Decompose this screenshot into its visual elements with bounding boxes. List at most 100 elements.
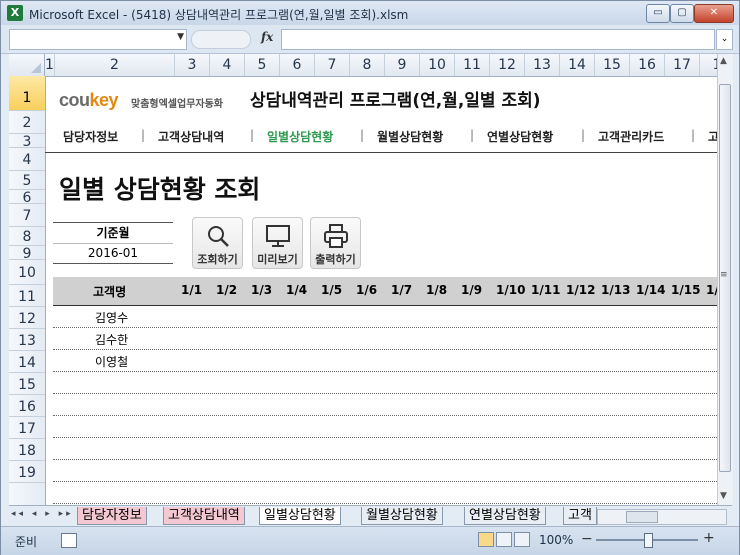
row-header-12[interactable]: 12 — [9, 307, 45, 329]
day-header-16: 1/ — [706, 283, 717, 297]
column-header-9[interactable]: 9 — [385, 54, 420, 76]
brand-tagline: 맞춤형엑셀업무자동화 — [131, 99, 223, 110]
column-header-18[interactable]: 1 — [700, 54, 717, 76]
nav-item-1[interactable]: 담당자정보 — [63, 128, 118, 145]
column-header-16[interactable]: 16 — [630, 54, 665, 76]
zoom-out-icon[interactable]: − — [581, 531, 593, 547]
day-header-12: 1/12 — [566, 283, 596, 297]
column-header-14[interactable]: 14 — [560, 54, 595, 76]
window-title: Microsoft Excel - (5418) 상담내역관리 프로그램(연,월… — [29, 8, 409, 22]
nav-item-5[interactable]: 연별상담현황 — [487, 128, 553, 145]
nav-item-6[interactable]: 고객관리카드 — [598, 128, 664, 145]
row-header-14[interactable]: 14 — [9, 351, 45, 373]
column-header-15[interactable]: 15 — [595, 54, 630, 76]
day-header-2: 1/2 — [216, 283, 238, 297]
row-header-9[interactable]: 9 — [9, 246, 45, 260]
row-header-13[interactable]: 13 — [9, 329, 45, 351]
table-row[interactable]: 이영철 — [53, 350, 717, 372]
row-header-15[interactable]: 15 — [9, 373, 45, 395]
row-header-7[interactable]: 7 — [9, 204, 45, 227]
search-button[interactable]: 조회하기 — [192, 217, 243, 269]
normal-view-button[interactable] — [478, 532, 494, 547]
row-header-18[interactable]: 18 — [9, 439, 45, 461]
tab-navigation-icon[interactable]: ◂◂ ◂ ▸ ▸▸ — [11, 509, 74, 519]
zoom-slider-thumb[interactable] — [644, 533, 653, 548]
table-row[interactable]: 김영수 — [53, 306, 717, 328]
row-header-8[interactable]: 8 — [9, 227, 45, 246]
preview-button-label: 미리보기 — [257, 253, 298, 266]
row-header-4[interactable]: 4 — [9, 148, 45, 171]
horizontal-scrollbar[interactable] — [597, 509, 727, 525]
row-header-6[interactable]: 6 — [9, 190, 45, 204]
chevron-down-icon[interactable]: ▼ — [177, 32, 184, 42]
nav-item-4[interactable]: 월별상담현황 — [377, 128, 443, 145]
row-header-3[interactable]: 3 — [9, 134, 45, 148]
print-button[interactable]: 출력하기 — [310, 217, 361, 269]
nav-item-7[interactable]: 고 — [708, 128, 717, 145]
customer-name: 김수한 — [95, 333, 129, 347]
formula-bar: ▼ fx ⌄ — [1, 25, 739, 54]
macro-record-icon[interactable] — [61, 533, 77, 548]
row-header-2[interactable]: 2 — [9, 111, 45, 134]
split-handle-icon[interactable]: ≡ — [720, 270, 728, 280]
zoom-in-icon[interactable]: + — [703, 530, 715, 546]
nav-item-2[interactable]: 고객상담내역 — [158, 128, 224, 145]
sheet-content[interactable]: coukey 맞춤형엑셀업무자동화 상담내역관리 프로그램(연,월,일별 조회)… — [45, 76, 717, 505]
select-all-corner[interactable] — [9, 54, 45, 76]
worksheet-grid[interactable]: 1 2 3 4 5 6 7 8 9 10 11 12 13 14 15 16 17 1 1 2 3 4 5 6 7 8 9 10 11… — [9, 54, 717, 505]
table-row[interactable] — [53, 460, 717, 482]
horizontal-scroll-thumb[interactable] — [626, 511, 658, 523]
table-row[interactable]: 김수한 — [53, 328, 717, 350]
printer-icon — [324, 224, 348, 248]
column-header-11[interactable]: 11 — [455, 54, 490, 76]
insert-function-icon[interactable]: fx — [261, 30, 273, 44]
column-header-12[interactable]: 12 — [490, 54, 525, 76]
row-header-10[interactable]: 10 — [9, 260, 45, 285]
page-break-view-button[interactable] — [514, 532, 530, 547]
vertical-scrollbar[interactable]: ▲ ≡ ▼ — [717, 54, 733, 505]
table-row[interactable] — [53, 394, 717, 416]
column-header-13[interactable]: 13 — [525, 54, 560, 76]
column-header-6[interactable]: 6 — [280, 54, 315, 76]
minimize-button[interactable]: ▭ — [646, 4, 670, 23]
maximize-button[interactable]: ▢ — [670, 4, 694, 23]
scroll-up-icon[interactable]: ▲ — [720, 56, 727, 66]
close-button[interactable]: ✕ — [694, 4, 734, 23]
page-layout-view-button[interactable] — [496, 532, 512, 547]
column-header-4[interactable]: 4 — [210, 54, 245, 76]
column-header-1[interactable]: 1 — [45, 54, 55, 76]
sheet-tab-4[interactable]: 월별상담현황 — [361, 507, 443, 525]
column-header-2[interactable]: 2 — [55, 54, 175, 76]
brand-logo: coukey — [59, 90, 119, 111]
base-month-value[interactable]: 2016-01 — [53, 243, 173, 264]
preview-button[interactable]: 미리보기 — [252, 217, 303, 269]
sheet-tab-5[interactable]: 연별상담현황 — [464, 507, 546, 525]
column-header-7[interactable]: 7 — [315, 54, 350, 76]
sheet-tab-1[interactable]: 담당자정보 — [77, 507, 147, 525]
row-header-5[interactable]: 5 — [9, 171, 45, 190]
expand-formula-bar-button[interactable]: ⌄ — [716, 29, 733, 50]
scroll-down-icon[interactable]: ▼ — [720, 491, 727, 501]
nav-item-3[interactable]: 일별상담현황 — [267, 128, 333, 145]
zoom-level[interactable]: 100% — [539, 533, 573, 547]
table-row[interactable] — [53, 438, 717, 460]
table-row[interactable] — [53, 372, 717, 394]
table-row[interactable] — [53, 482, 717, 504]
row-header-1[interactable]: 1 — [9, 76, 45, 111]
column-header-17[interactable]: 17 — [665, 54, 700, 76]
row-header-11[interactable]: 11 — [9, 285, 45, 307]
customer-name-header: 고객명 — [93, 285, 127, 299]
column-header-3[interactable]: 3 — [175, 54, 210, 76]
sheet-tab-2[interactable]: 고객상담내역 — [163, 507, 245, 525]
row-header-17[interactable]: 17 — [9, 417, 45, 439]
sheet-tab-6[interactable]: 고객 — [563, 507, 597, 525]
name-box[interactable]: ▼ — [9, 29, 187, 50]
table-row[interactable] — [53, 416, 717, 438]
column-header-8[interactable]: 8 — [350, 54, 385, 76]
column-header-10[interactable]: 10 — [420, 54, 455, 76]
row-header-16[interactable]: 16 — [9, 395, 45, 417]
column-header-5[interactable]: 5 — [245, 54, 280, 76]
row-header-19[interactable]: 19 — [9, 461, 45, 483]
sheet-tab-3[interactable]: 일별상담현황 — [259, 507, 341, 525]
formula-input[interactable] — [281, 29, 715, 50]
